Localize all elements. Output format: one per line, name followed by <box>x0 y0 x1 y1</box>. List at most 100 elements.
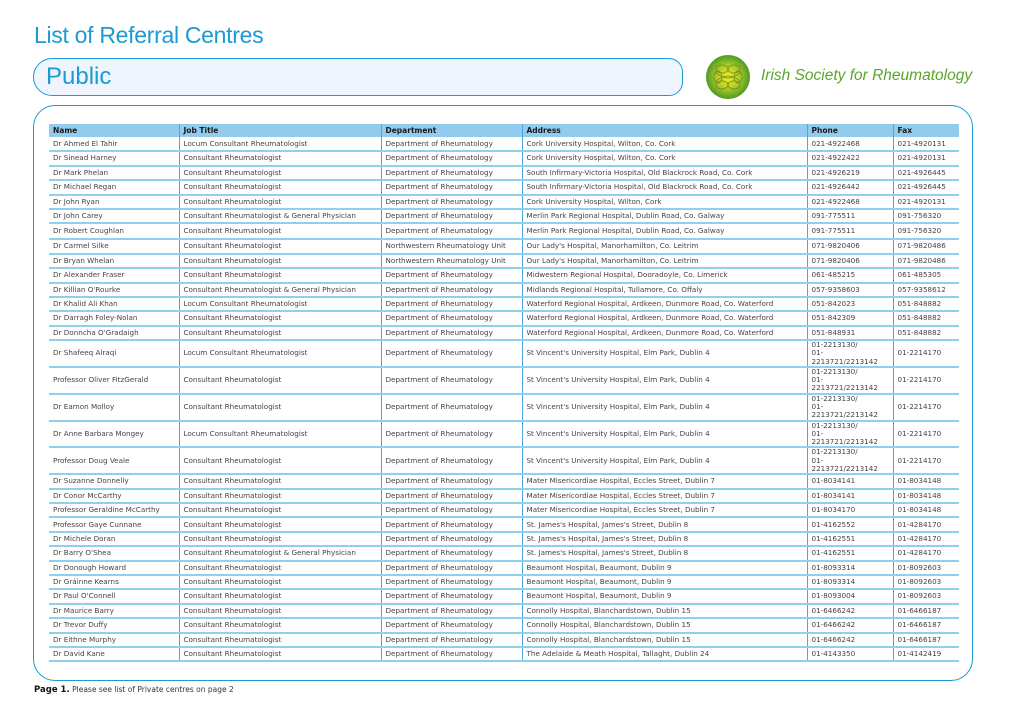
cell-fax: 01-2214170 <box>892 447 959 476</box>
page-footer: Page 1. Please see list of Private centr… <box>34 685 234 695</box>
cell-address: Cork University Hospital, Wilton, Cork <box>521 194 807 210</box>
cell-job-title: Consultant Rheumatologist <box>178 239 381 255</box>
cell-address: The Adelaide & Meath Hospital, Tallaght,… <box>521 646 807 663</box>
cell-fax: 01-2214170 <box>892 340 959 368</box>
table-row: Dr Alexander Fraser Consultant Rheumatolo… <box>49 268 959 284</box>
cell-department: Department of Rheumatology <box>380 474 522 490</box>
cell-address: Our Lady's Hospital, Manorhamilton, Co. … <box>521 253 807 270</box>
cell-name: Dr Robert Coughlan <box>49 223 179 241</box>
table-row: Dr Robert Coughlan Consultant Rheumatolog… <box>49 223 959 241</box>
cell-phone: 01-6466242 <box>806 632 893 649</box>
cell-name: Professor Oliver FitzGerald <box>49 366 179 395</box>
cell-job-title: Consultant Rheumatologist <box>178 531 381 548</box>
cell-address: Waterford Regional Hospital, Ardkeen, Du… <box>521 325 807 342</box>
cell-fax: 01-4284170 <box>892 546 959 562</box>
organisation-name: Irish Society for Rheumatology <box>761 67 973 84</box>
cell-department: Department of Rheumatology <box>380 311 522 327</box>
cell-department: Department of Rheumatology <box>380 517 522 533</box>
cell-job-title: Consultant Rheumatologist & General Phys… <box>178 208 381 225</box>
cell-fax: 01-4142419 <box>892 646 959 663</box>
column-header-address: Address <box>521 124 807 137</box>
cell-phone: 051-848931 <box>806 325 893 342</box>
cell-department: Department of Rheumatology <box>380 208 522 225</box>
cell-job-title: Locum Consultant Rheumatologist <box>178 137 381 153</box>
cell-phone: 01-8093314 <box>806 575 893 591</box>
cell-phone: 01-6466242 <box>806 603 893 620</box>
table-row: Dr Suzanne Donnelly Consultant Rheumatolo… <box>49 474 959 490</box>
cell-job-title: Consultant Rheumatologist <box>178 393 381 422</box>
cell-address: Connolly Hospital, Blanchardstown, Dubli… <box>521 603 807 620</box>
cell-fax: 021-4926445 <box>892 180 959 196</box>
cell-job-title: Consultant Rheumatologist <box>178 575 381 591</box>
cell-name: Dr Bryan Whelan <box>49 253 179 270</box>
cell-fax: 01-8034148 <box>892 503 959 519</box>
cell-name: Professor Doug Veale <box>49 447 179 476</box>
cell-fax: 01-8092603 <box>892 560 959 577</box>
cell-phone: 01-8093314 <box>806 560 893 577</box>
cell-address: Midlands Regional Hospital, Tullamore, C… <box>521 282 807 298</box>
cell-job-title: Consultant Rheumatologist <box>178 503 381 519</box>
cell-department: Department of Rheumatology <box>380 546 522 562</box>
cell-fax: 057-9358612 <box>892 282 959 298</box>
cell-address: Waterford Regional Hospital, Ardkeen, Du… <box>521 296 807 313</box>
cell-fax: 01-4284170 <box>892 517 959 533</box>
cell-job-title: Consultant Rheumatologist <box>178 646 381 663</box>
cell-fax: 091-756320 <box>892 208 959 225</box>
cell-job-title: Consultant Rheumatologist & General Phys… <box>178 546 381 562</box>
cell-phone: 01-2213130/01-2213721/2213142 <box>806 340 893 368</box>
cell-department: Department of Rheumatology <box>380 194 522 210</box>
table-row: Dr Donough Howard Consultant Rheumatologi… <box>49 560 959 577</box>
cell-department: Department of Rheumatology <box>380 296 522 313</box>
cell-job-title: Consultant Rheumatologist <box>178 253 381 270</box>
cell-department: Department of Rheumatology <box>380 151 522 167</box>
cell-name: Dr John Ryan <box>49 194 179 210</box>
cell-name: Dr Eithne Murphy <box>49 632 179 649</box>
table-row: Dr John Carey Consultant Rheumatologist &… <box>49 208 959 225</box>
cell-name: Dr Killian O'Rourke <box>49 282 179 298</box>
cell-name: Dr Gráinne Kearns <box>49 575 179 591</box>
table-row: Dr Bryan Whelan Consultant Rheumatologist… <box>49 253 959 270</box>
table-row: Dr John Ryan Consultant Rheumatologist Dep… <box>49 194 959 210</box>
cell-phone: 021-4922468 <box>806 137 893 153</box>
cell-name: Dr Carmel Silke <box>49 239 179 255</box>
cell-job-title: Consultant Rheumatologist <box>178 366 381 395</box>
cell-phone: 051-842309 <box>806 311 893 327</box>
cell-department: Northwestern Rheumatology Unit <box>380 253 522 270</box>
cell-department: Department of Rheumatology <box>380 618 522 634</box>
column-header-phone: Phone <box>806 124 893 137</box>
table-row: Professor Doug Veale Consultant Rheumatol… <box>49 447 959 476</box>
cell-department: Department of Rheumatology <box>380 646 522 663</box>
cell-phone: 01-4143350 <box>806 646 893 663</box>
cell-department: Department of Rheumatology <box>380 560 522 577</box>
cell-phone: 091-775511 <box>806 223 893 241</box>
cell-address: Mater Misericordiae Hospital, Eccles Str… <box>521 503 807 519</box>
cell-department: Department of Rheumatology <box>380 575 522 591</box>
cell-job-title: Consultant Rheumatologist <box>178 151 381 167</box>
table-row: Dr Michael Regan Consultant Rheumatologis… <box>49 180 959 196</box>
table-row: Dr Ahmed El Tahir Locum Consultant Rheuma… <box>49 137 959 153</box>
referral-centres-table: Name Job Title Department Address Phone … <box>49 124 959 663</box>
table-row: Dr Conor McCarthy Consultant Rheumatologi… <box>49 488 959 505</box>
cell-address: Our Lady's Hospital, Manorhamilton, Co. … <box>521 239 807 255</box>
cell-department: Department of Rheumatology <box>380 393 522 422</box>
cell-name: Dr Suzanne Donnelly <box>49 474 179 490</box>
table-row: Dr Trevor Duffy Consultant Rheumatologist… <box>49 618 959 634</box>
cell-name: Dr Alexander Fraser <box>49 268 179 284</box>
cell-address: St. James's Hospital, James's Street, Du… <box>521 517 807 533</box>
cell-fax: 01-8034148 <box>892 474 959 490</box>
cell-department: Department of Rheumatology <box>380 180 522 196</box>
cell-department: Department of Rheumatology <box>380 340 522 368</box>
cell-department: Department of Rheumatology <box>380 137 522 153</box>
cell-fax: 01-8034148 <box>892 488 959 505</box>
cell-department: Northwestern Rheumatology Unit <box>380 239 522 255</box>
table-row: Dr Gráinne Kearns Consultant Rheumatologi… <box>49 575 959 591</box>
cell-phone: 01-8034170 <box>806 503 893 519</box>
cell-job-title: Consultant Rheumatologist <box>178 447 381 476</box>
cell-address: Beaumont Hospital, Beaumont, Dublin 9 <box>521 560 807 577</box>
cell-job-title: Consultant Rheumatologist <box>178 488 381 505</box>
cell-fax: 021-4920131 <box>892 137 959 153</box>
cell-name: Professor Gaye Cunnane <box>49 517 179 533</box>
cell-name: Dr Conor McCarthy <box>49 488 179 505</box>
cell-name: Dr Trevor Duffy <box>49 618 179 634</box>
table-row: Dr Donncha O'Gradaigh Consultant Rheumato… <box>49 325 959 342</box>
